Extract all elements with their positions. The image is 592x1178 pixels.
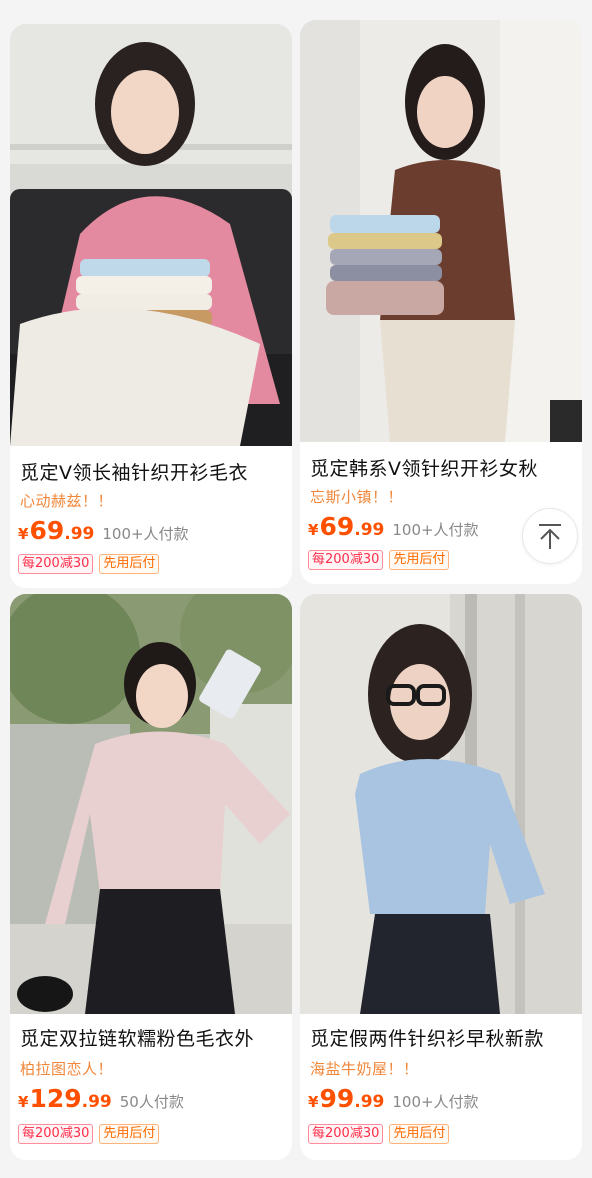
shop-name[interactable]: 海盐牛奶屋！！ [310,1058,419,1079]
price-decimal: .99 [354,1092,385,1112]
discount-tag: 每200减30 [18,554,94,574]
product-image[interactable] [10,594,292,1014]
product-title[interactable]: 觅定V领长袖针织开衫毛衣 [20,458,290,485]
product-title[interactable]: 觅定假两件针织衫早秋新款 [310,1024,580,1051]
product-card[interactable]: 觅定假两件针织衫早秋新款 海盐牛奶屋！！ ¥ 99 .99 100+人付款 每2… [300,594,582,1160]
product-card[interactable]: 觅定双拉链软糯粉色毛衣外 柏拉图恋人！ ¥ 129 .99 50人付款 每200… [10,594,292,1160]
promo-tags: 每200减30 先用后付 [308,550,450,570]
paid-count: 100+人付款 [392,1093,479,1111]
price-row: ¥ 99 .99 100+人付款 [308,1084,479,1118]
product-title[interactable]: 觅定双拉链软糯粉色毛衣外 [20,1024,290,1051]
price-integer: 69 [319,512,355,541]
product-card[interactable]: 觅定韩系V领针织开衫女秋 忘斯小镇！！ ¥ 69 .99 100+人付款 每20… [300,20,582,584]
paid-count: 100+人付款 [392,521,479,539]
price-row: ¥ 129 .99 50人付款 [18,1084,184,1118]
currency-symbol: ¥ [18,525,29,543]
promo-tags: 每200减30 先用后付 [308,1124,450,1144]
shop-name[interactable]: 心动赫兹！！ [20,490,113,511]
discount-tag: 每200减30 [308,550,384,570]
product-image[interactable] [10,24,292,446]
price-row: ¥ 69 .99 100+人付款 [308,512,479,546]
price-decimal: .99 [81,1092,112,1112]
currency-symbol: ¥ [308,521,319,539]
pay-later-tag: 先用后付 [389,1124,450,1144]
pay-later-tag: 先用后付 [99,1124,160,1144]
price-integer: 69 [29,516,65,545]
pay-later-tag: 先用后付 [389,550,450,570]
product-grid: 觅定V领长袖针织开衫毛衣 心动赫兹！！ ¥ 69 .99 100+人付款 每20… [0,0,592,1178]
price-decimal: .99 [64,524,95,544]
paid-count: 100+人付款 [102,525,189,543]
product-title[interactable]: 觅定韩系V领针织开衫女秋 [310,454,580,481]
price-integer: 99 [319,1084,355,1113]
price-decimal: .99 [354,520,385,540]
arrow-up-to-top-icon [539,524,561,549]
shop-name[interactable]: 忘斯小镇！！ [310,486,403,507]
discount-tag: 每200减30 [18,1124,94,1144]
currency-symbol: ¥ [18,1093,29,1111]
product-image[interactable] [300,20,582,442]
shop-name[interactable]: 柏拉图恋人！ [20,1058,113,1079]
currency-symbol: ¥ [308,1093,319,1111]
price-integer: 129 [29,1084,82,1113]
paid-count: 50人付款 [119,1093,184,1111]
price-row: ¥ 69 .99 100+人付款 [18,516,189,550]
product-image[interactable] [300,594,582,1014]
pay-later-tag: 先用后付 [99,554,160,574]
promo-tags: 每200减30 先用后付 [18,1124,160,1144]
back-to-top-button[interactable] [522,508,578,564]
discount-tag: 每200减30 [308,1124,384,1144]
product-card[interactable]: 觅定V领长袖针织开衫毛衣 心动赫兹！！ ¥ 69 .99 100+人付款 每20… [10,24,292,588]
promo-tags: 每200减30 先用后付 [18,554,160,574]
